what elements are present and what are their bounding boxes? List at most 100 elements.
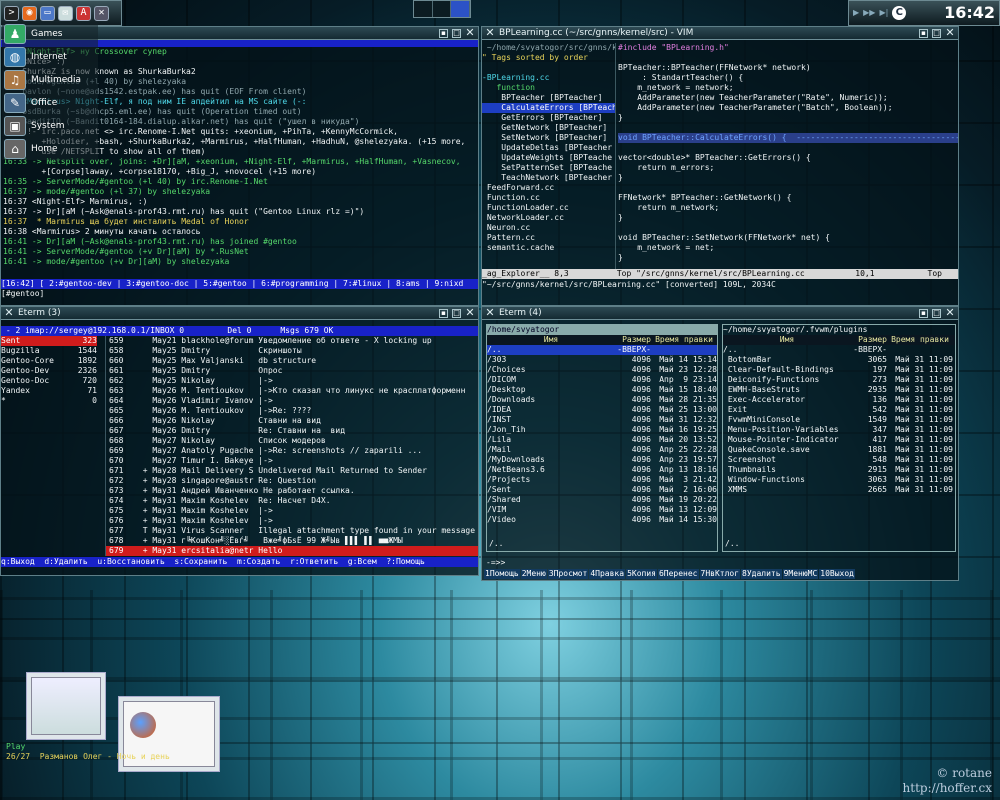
minimize-icon[interactable]: ▪ [919, 28, 928, 38]
tag-entry[interactable]: -BPLearning.cc [482, 73, 615, 83]
mc-file-row[interactable]: BottomBar 3065 Май 31 11:09 [723, 355, 955, 365]
mail-icon[interactable]: ✉ [58, 5, 73, 21]
tag-entry[interactable]: " Tags sorted by order [482, 53, 615, 63]
code-line[interactable]: void BPTeacher::SetNetwork(FFNetwork* ne… [618, 233, 958, 243]
code-line[interactable]: } [618, 173, 958, 183]
mail-titlebar[interactable]: ✕ Eterm (3) ▪ □ ✕ [1, 307, 478, 320]
mc-file-row[interactable]: /Video 4096 Май 14 15:30 [487, 515, 717, 525]
mail-message-row[interactable]: 679 + May31 ercsitalia@netr Hello [106, 546, 478, 556]
tag-entry[interactable]: UpdateWeights [BPTeache [482, 153, 615, 163]
mail-message-row[interactable]: 658 May25 Dmitry Скриншоты [106, 346, 478, 356]
code-line[interactable] [618, 183, 958, 193]
mc-file-row[interactable]: /NetBeans3.6 4096 Апр 13 18:16 [487, 465, 717, 475]
mc-right-panel[interactable]: ~/home/svyatogor/.fvwm/plugins Имя Разме… [722, 324, 956, 552]
mail-folder-item[interactable]: Gentoo-Core 1892 [1, 356, 97, 366]
mail-message-row[interactable]: 661 May25 Dmitry Опрос [106, 366, 478, 376]
mc-file-row[interactable]: Exit 542 Май 31 11:09 [723, 405, 955, 415]
fkey-button-4[interactable]: 4Правка [589, 569, 626, 579]
mc-file-row[interactable]: Thumbnails 2915 Май 31 11:09 [723, 465, 955, 475]
mc-file-row[interactable]: Clear-Default-Bindings 197 Май 31 11:09 [723, 365, 955, 375]
mc-file-row[interactable]: /IDEA 4096 Май 25 13:00 [487, 405, 717, 415]
mail-message-row[interactable]: 666 May26 Nikolay Ставни на вид [106, 416, 478, 426]
tag-entry[interactable]: Neuron.cc [482, 223, 615, 233]
mail-message-row[interactable]: 670 May27 Timur I. Bakeye |-> [106, 456, 478, 466]
mail-message-row[interactable]: 663 May26 M. Tentioukov |->Кто сказал чт… [106, 386, 478, 396]
code-line[interactable]: #include "BPLearning.h" [618, 43, 958, 53]
start-menu-item-games[interactable]: ♟ Games [2, 22, 98, 45]
minimize-icon[interactable]: ▪ [439, 28, 448, 38]
vim-titlebar[interactable]: ✕ BPLearning.cc (~/src/gnns/kernel/src) … [482, 27, 958, 40]
tag-entry[interactable]: BPTeacher [BPTeacher] [482, 93, 615, 103]
col-time[interactable]: Время правки [651, 335, 717, 345]
mc-titlebar[interactable]: ✕ Eterm (4) ▪ □ ✕ [482, 307, 958, 320]
col-name[interactable]: Имя [487, 335, 615, 345]
mc-file-row[interactable]: /Choices 4096 Май 23 12:28 [487, 365, 717, 375]
terminal-icon[interactable]: > [4, 5, 19, 21]
irc-prompt[interactable]: [#gentoo] [1, 289, 478, 299]
mail-folder-item[interactable]: Yandex 71 [1, 386, 97, 396]
mc-file-row[interactable]: /Desktop 4096 Май 15 18:40 [487, 385, 717, 395]
mail-message-row[interactable]: 669 May27 Anatoly Pugache |->Re: screens… [106, 446, 478, 456]
mail-message-row[interactable]: 665 May26 M. Tentioukov |->Re: ???? [106, 406, 478, 416]
close-icon[interactable]: ✕ [465, 27, 475, 38]
minimize-icon[interactable]: ▪ [439, 308, 448, 318]
tag-entry[interactable]: TeachNetwork [BPTeacher [482, 173, 615, 183]
mc-file-row[interactable]: /Jon_Tih 4096 Май 16 19:25 [487, 425, 717, 435]
fkey-button-6[interactable]: 6Перенес [657, 569, 699, 579]
start-menu-item-internet[interactable]: ◍ Internet [2, 45, 98, 68]
close-icon[interactable]: ✕ [945, 307, 955, 318]
mail-message-row[interactable]: 673 + May31 Андрей Иванченко Не работает… [106, 486, 478, 496]
mc-file-row[interactable]: /DICOM 4096 Апр 9 23:14 [487, 375, 717, 385]
c-badge-icon[interactable]: C [892, 6, 907, 20]
code-line[interactable]: } [618, 213, 958, 223]
tag-entry[interactable]: UpdateDeltas [BPTeacher [482, 143, 615, 153]
code-line[interactable]: AddParameter(new TeacherParameter("Rate"… [618, 93, 958, 103]
pager-desk-1[interactable] [414, 1, 433, 17]
code-line[interactable]: } [618, 113, 958, 123]
mc-file-row[interactable]: Window-Functions 3063 Май 31 11:09 [723, 475, 955, 485]
tag-entry[interactable]: SetPatternSet [BPTeache [482, 163, 615, 173]
mc-file-row[interactable]: Screenshot 548 Май 31 11:09 [723, 455, 955, 465]
col-size[interactable]: Размер [615, 335, 651, 345]
tag-entry[interactable]: CalculateErrors [BPTeache [482, 103, 615, 113]
mail-message-row[interactable]: 667 May26 Dmitry Re: Ставни на вид [106, 426, 478, 436]
tools-icon[interactable]: ✕ [94, 5, 109, 21]
mail-message-row[interactable]: 664 May26 Vladimir Ivanov |-> [106, 396, 478, 406]
mail-message-row[interactable]: 674 + May31 Maxim Koshelev Re: Насчет D4… [106, 496, 478, 506]
mc-file-row[interactable]: FvwmMiniConsole 1549 Май 31 11:09 [723, 415, 955, 425]
mail-message-row[interactable]: 659 May21 blackhole@forum Уведомление об… [106, 336, 478, 346]
start-menu-item-home[interactable]: ⌂ Home [2, 137, 98, 160]
col-size[interactable]: Размер [851, 335, 887, 345]
tag-entry[interactable]: GetNetwork [BPTeacher] [482, 123, 615, 133]
mc-prompt[interactable]: -=>> [486, 558, 510, 568]
code-line[interactable]: BPTeacher::BPTeacher(FFNetwork* network) [618, 63, 958, 73]
tag-entry[interactable]: FunctionLoader.cc [482, 203, 615, 213]
fkey-button-9[interactable]: 9МенюМС [782, 569, 819, 579]
tag-entry[interactable]: Function.cc [482, 193, 615, 203]
tag-entry[interactable]: FeedForward.cc [482, 183, 615, 193]
mail-folder-item[interactable]: Bugzilla 1544 [1, 346, 97, 356]
mc-file-row[interactable]: /Projects 4096 Май 3 21:42 [487, 475, 717, 485]
close-icon[interactable]: ✕ [945, 27, 955, 38]
tag-entry[interactable]: semantic.cache [482, 243, 615, 253]
code-line[interactable]: return m_errors; [618, 163, 958, 173]
minimize-icon[interactable]: ▪ [919, 308, 928, 318]
mc-file-row[interactable]: /INST 4096 Май 31 12:32 [487, 415, 717, 425]
mail-message-row[interactable]: 662 May25 Nikolay |-> [106, 376, 478, 386]
mail-message-row[interactable]: 678 + May31 г╚КошЌон╝░Ёвѓ╝ Вже╝фБѕЁ 99 Ж… [106, 536, 478, 546]
mc-file-row[interactable]: /VIM 4096 Май 13 12:09 [487, 505, 717, 515]
code-buffer[interactable]: #include "BPLearning.h"BPTeacher::BPTeac… [618, 43, 958, 269]
pager-desk-3[interactable] [451, 1, 471, 17]
fkey-button-8[interactable]: 8Удалить [741, 569, 782, 579]
tag-explorer[interactable]: ~/home/svyatogor/src/gnns/ke " Tags sorte… [482, 43, 616, 269]
mail-message-list[interactable]: 659 May21 blackhole@forum Уведомление об… [105, 336, 478, 556]
code-line[interactable] [618, 223, 958, 233]
mc-left-list[interactable]: /.. -ВВЕРХ- /303 4096 Май 14 15:14/Choices 40… [487, 345, 717, 525]
tag-entry[interactable]: ~/home/svyatogor/src/gnns/ke [482, 43, 615, 53]
mail-message-row[interactable]: 671 + May28 Mail Delivery S Undelivered … [106, 466, 478, 476]
col-time[interactable]: Время правки [887, 335, 953, 345]
code-line[interactable]: FFNetwork* BPTeacher::GetNetwork() { [618, 193, 958, 203]
code-line[interactable] [618, 143, 958, 153]
fkey-button-3[interactable]: 3Просмот [547, 569, 589, 579]
code-line[interactable] [618, 123, 958, 133]
